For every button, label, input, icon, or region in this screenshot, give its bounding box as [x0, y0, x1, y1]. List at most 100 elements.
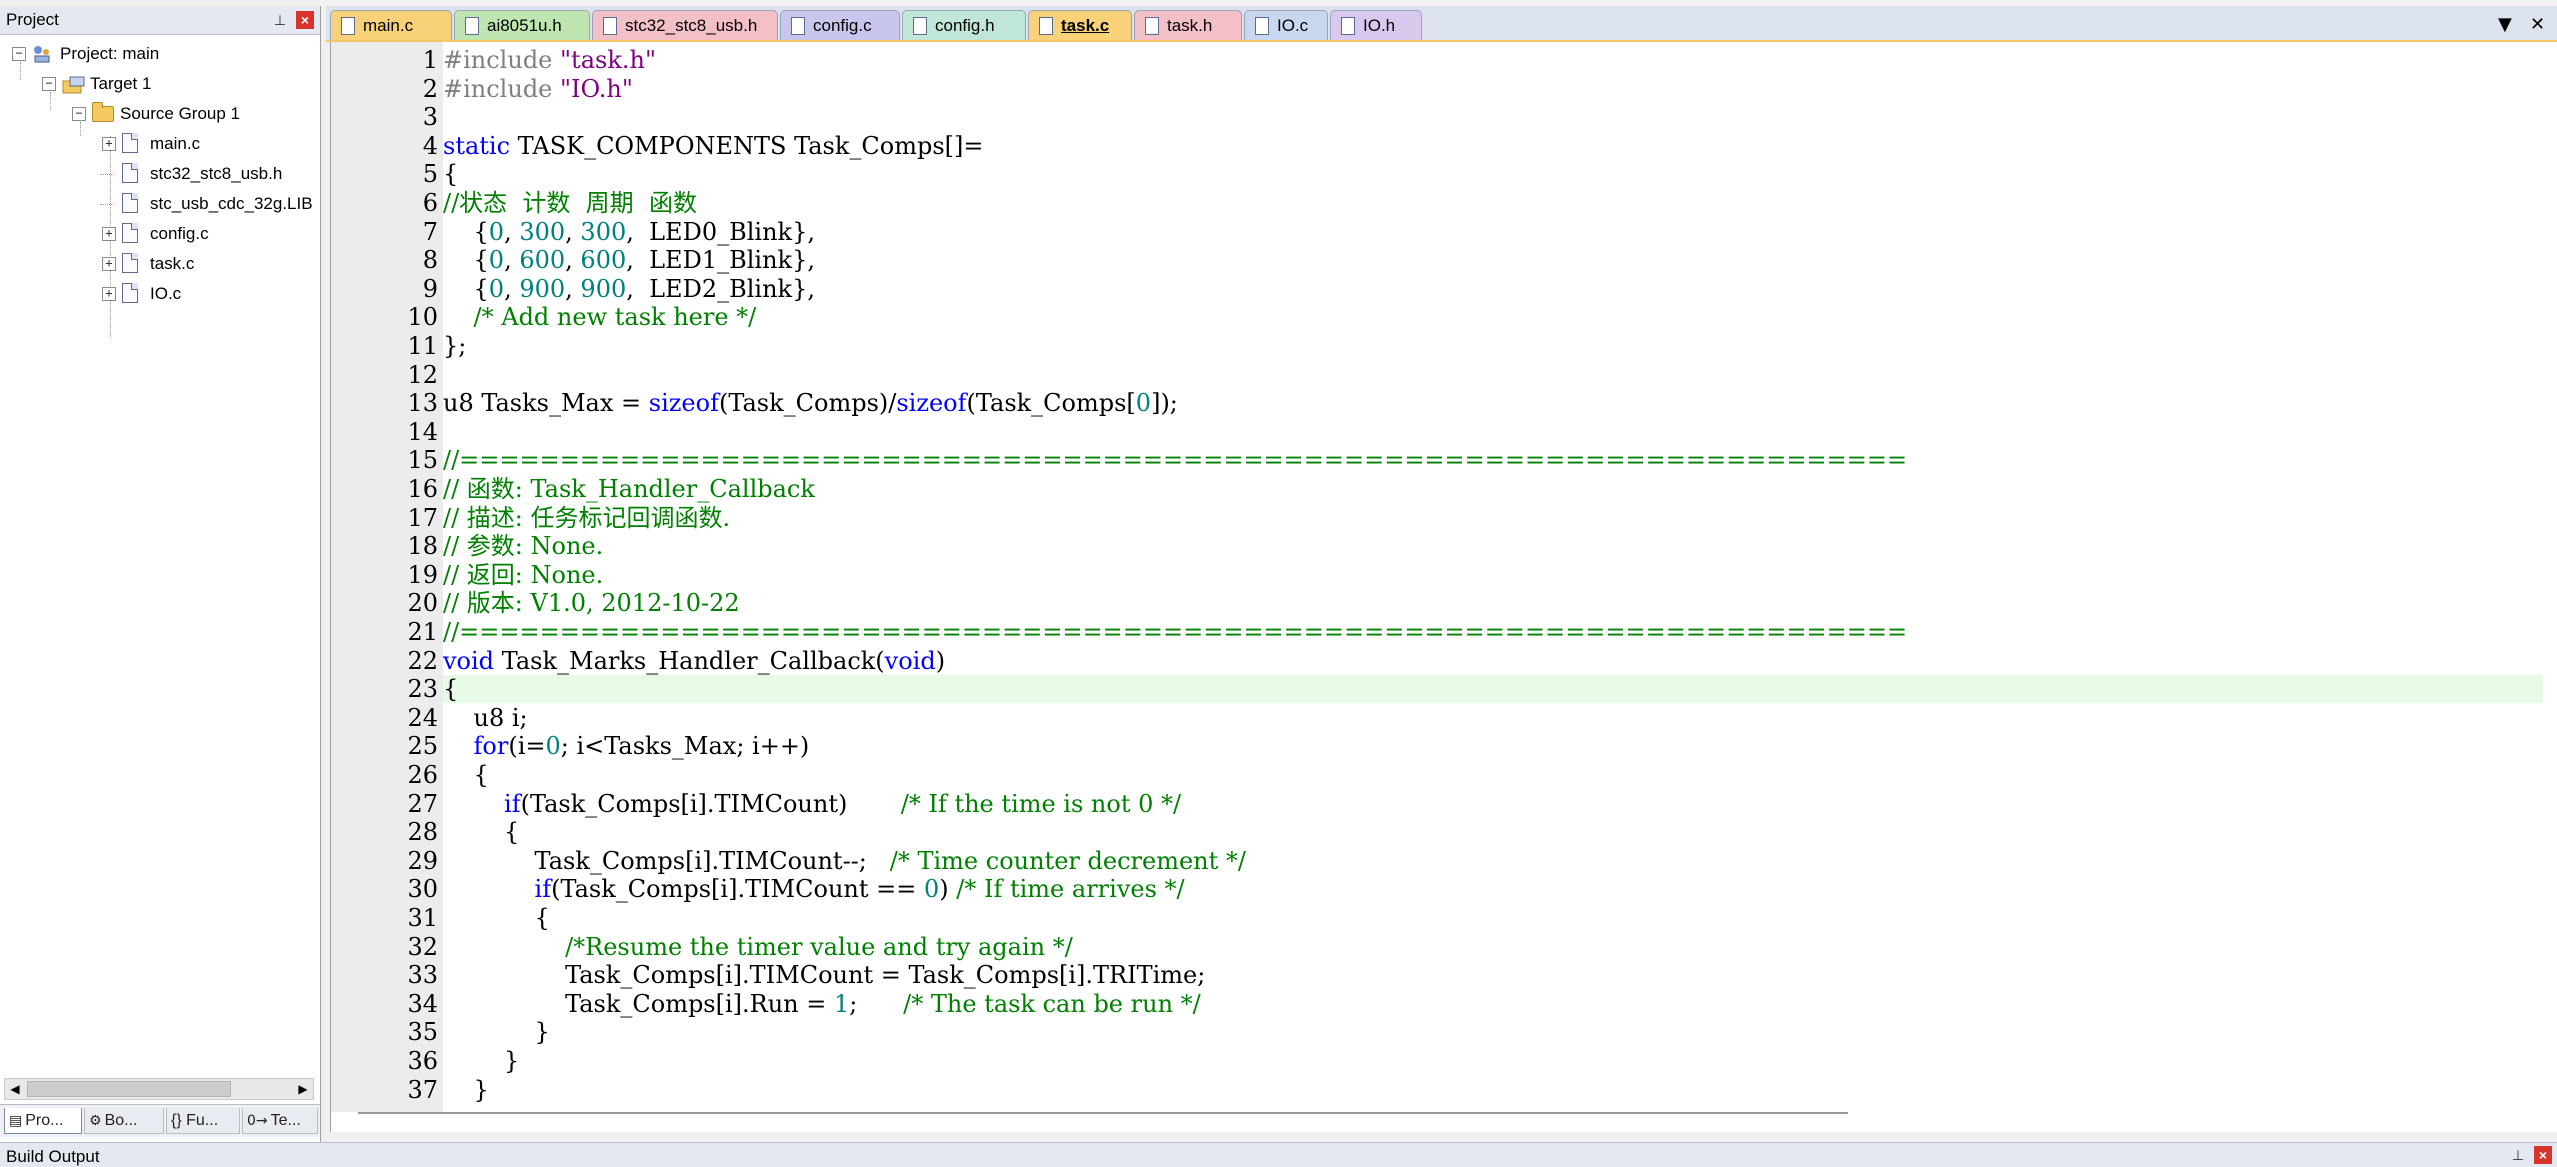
- code-token: //======================================…: [443, 446, 1908, 475]
- file-tab[interactable]: config.c: [780, 10, 900, 40]
- code-token: (Task_Comps)/: [718, 389, 897, 418]
- code-line[interactable]: 23{: [331, 675, 2557, 703]
- scroll-right-arrow-icon[interactable]: ▶: [293, 1079, 313, 1099]
- code-line[interactable]: 34 Task_Comps[i].Run = 1; /* The task ca…: [331, 990, 2557, 1018]
- code-line[interactable]: 15//====================================…: [331, 446, 2557, 474]
- panel-tab-templates[interactable]: 0→ Te...: [242, 1108, 318, 1134]
- code-line[interactable]: 7 {0, 300, 300, LED0_Blink},: [331, 218, 2557, 246]
- code-line[interactable]: 13 u8 Tasks_Max = sizeof(Task_Comps)/size…: [331, 389, 2557, 417]
- code-line[interactable]: 37 }: [331, 1076, 2557, 1104]
- tree-item-project[interactable]: − Project: main: [0, 40, 320, 68]
- line-source: u8 i;: [443, 704, 528, 732]
- tree-item-file[interactable]: + IO.c: [0, 280, 320, 308]
- code-line[interactable]: 14: [331, 418, 2557, 446]
- code-line[interactable]: 28 {: [331, 818, 2557, 846]
- code-line[interactable]: 36 }: [331, 1047, 2557, 1075]
- collapse-icon[interactable]: −: [42, 77, 56, 91]
- file-tab[interactable]: stc32_stc8_usb.h: [592, 10, 778, 40]
- code-line[interactable]: 4 static TASK_COMPONENTS Task_Comps[]=: [331, 132, 2557, 160]
- code-line[interactable]: 25 for(i=0; i<Tasks_Max; i++): [331, 732, 2557, 760]
- code-line[interactable]: 18// 参数: None.: [331, 532, 2557, 560]
- tree-item-file[interactable]: stc32_stc8_usb.h: [0, 160, 320, 188]
- expand-icon[interactable]: +: [102, 257, 116, 271]
- code-line[interactable]: 17// 描述: 任务标记回调函数.: [331, 504, 2557, 532]
- panel-tab-label: Pro...: [25, 1112, 64, 1129]
- code-line[interactable]: 10 /* Add new task here */: [331, 303, 2557, 331]
- tree-item-folder[interactable]: − Source Group 1: [0, 100, 320, 128]
- code-line[interactable]: 24 u8 i;: [331, 704, 2557, 732]
- tab-list-dropdown-icon[interactable]: ▼: [2498, 14, 2512, 35]
- tree-item-file[interactable]: + config.c: [0, 220, 320, 248]
- code-line[interactable]: 29 Task_Comps[i].TIMCount--; /* Time cou…: [331, 847, 2557, 875]
- line-source: Task_Comps[i].TIMCount--; /* Time counte…: [443, 847, 1246, 875]
- code-line[interactable]: 11};: [331, 332, 2557, 360]
- code-line[interactable]: 8 {0, 600, 600, LED1_Blink},: [331, 246, 2557, 274]
- file-tab[interactable]: task.h: [1134, 10, 1242, 40]
- code-line[interactable]: 19// 返回: None.: [331, 561, 2557, 589]
- code-line[interactable]: 27 if(Task_Comps[i].TIMCount) /* If the …: [331, 790, 2557, 818]
- tree-item-label: config.c: [150, 224, 209, 243]
- close-tab-icon[interactable]: ✕: [2530, 14, 2545, 35]
- code-line[interactable]: 5{: [331, 160, 2557, 188]
- close-icon[interactable]: ×: [296, 11, 314, 29]
- tree-item-file[interactable]: + task.c: [0, 250, 320, 278]
- code-line[interactable]: 9 {0, 900, 900, LED2_Blink},: [331, 275, 2557, 303]
- expand-icon[interactable]: +: [102, 227, 116, 241]
- pin-icon[interactable]: ⊥: [272, 12, 288, 28]
- code-line[interactable]: 12: [331, 361, 2557, 389]
- close-icon[interactable]: ×: [2534, 1146, 2552, 1164]
- collapse-icon[interactable]: −: [72, 107, 86, 121]
- panel-tab-books[interactable]: ▤ Pro...: [4, 1108, 82, 1134]
- code-line[interactable]: 6//状态 计数 周期 函数: [331, 189, 2557, 217]
- code-token: Task_Comps[i].Run =: [443, 989, 835, 1018]
- tree-item-file[interactable]: + main.c: [0, 130, 320, 158]
- file-tab[interactable]: IO.h: [1330, 10, 1422, 40]
- code-line[interactable]: 16// 函数: Task_Handler_Callback: [331, 475, 2557, 503]
- panel-tab-functions[interactable]: {} Fu...: [166, 1108, 240, 1134]
- code-token: ,: [565, 274, 581, 303]
- tree-item-file[interactable]: stc_usb_cdc_32g.LIB: [0, 190, 320, 218]
- line-source: {: [443, 160, 458, 188]
- file-tab[interactable]: config.h: [902, 10, 1026, 40]
- line-number: 1: [422, 46, 438, 74]
- line-number: 9: [422, 274, 438, 303]
- code-token: //======================================…: [443, 618, 1908, 646]
- line-number: 5: [422, 160, 438, 189]
- panel-tab-books-gear[interactable]: ⚙ Bo...: [84, 1108, 164, 1134]
- code-line[interactable]: 32 /*Resume the timer value and try agai…: [331, 933, 2557, 961]
- code-line[interactable]: 26 {: [331, 761, 2557, 789]
- code-token: ): [939, 875, 957, 904]
- tree-item-label: main.c: [150, 134, 201, 153]
- code-line[interactable]: 3: [331, 103, 2557, 131]
- pin-icon[interactable]: ⊥: [2510, 1147, 2526, 1163]
- code-line[interactable]: 21//====================================…: [331, 618, 2557, 646]
- scroll-left-arrow-icon[interactable]: ◀: [5, 1079, 25, 1099]
- file-tab[interactable]: main.c: [330, 10, 452, 40]
- code-line[interactable]: 22 void Task_Marks_Handler_Callback(void): [331, 647, 2557, 675]
- code-line[interactable]: 20// 版本: V1.0, 2012-10-22: [331, 589, 2557, 617]
- expand-icon[interactable]: +: [102, 287, 116, 301]
- scrollbar-thumb[interactable]: [27, 1081, 231, 1097]
- line-number: 8: [422, 246, 438, 275]
- file-tab[interactable]: ai8051u.h: [454, 10, 590, 40]
- code-token: void: [443, 646, 502, 675]
- expand-icon[interactable]: +: [102, 137, 116, 151]
- collapse-icon[interactable]: −: [12, 47, 26, 61]
- code-editor[interactable]: 1 #include "task.h" 2 #include "IO.h" 3 4 stat…: [330, 42, 2557, 1132]
- code-line[interactable]: 30 if(Task_Comps[i].TIMCount == 0) /* If…: [331, 875, 2557, 903]
- code-line[interactable]: 35 }: [331, 1018, 2557, 1046]
- code-token: // 返回: None.: [443, 560, 604, 589]
- line-source: {: [443, 904, 550, 932]
- editor-horizontal-scrollbar[interactable]: [358, 1112, 1848, 1114]
- code-token: /*Resume the timer value and try again *…: [565, 932, 1073, 961]
- tree-horizontal-scrollbar[interactable]: ◀ ▶: [4, 1078, 314, 1100]
- tree-item-target[interactable]: − Target 1: [0, 70, 320, 98]
- file-tab[interactable]: IO.c: [1244, 10, 1328, 40]
- code-lines[interactable]: 1 #include "task.h" 2 #include "IO.h" 3 4 stat…: [331, 42, 2557, 1104]
- code-line[interactable]: 1 #include "task.h": [331, 46, 2557, 74]
- code-line[interactable]: 31 {: [331, 904, 2557, 932]
- project-panel-tabs: ▤ Pro... ⚙ Bo...{} Fu... 0→ Te...: [0, 1104, 320, 1137]
- code-line[interactable]: 33 Task_Comps[i].TIMCount = Task_Comps[i…: [331, 961, 2557, 989]
- file-tab[interactable]: task.c: [1028, 10, 1132, 40]
- code-line[interactable]: 2 #include "IO.h": [331, 75, 2557, 103]
